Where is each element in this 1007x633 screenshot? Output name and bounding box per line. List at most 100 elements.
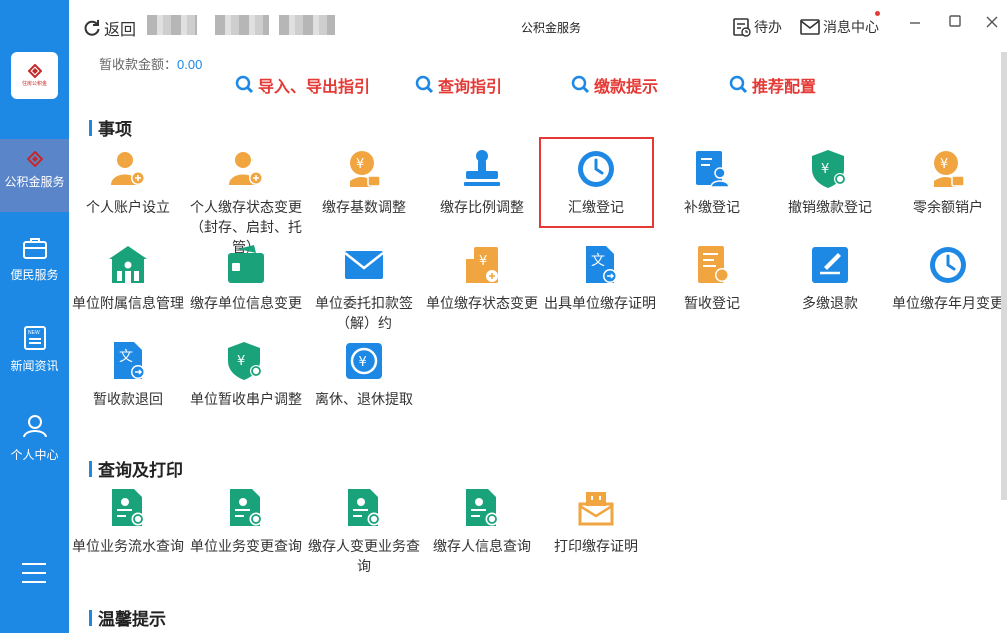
tile-depositor-change-query[interactable]: 缴存人变更业务查询 <box>305 486 423 576</box>
doc-search-icon <box>348 489 381 526</box>
tile-zero-balance-closure[interactable]: ¥ 零余额销户 <box>889 147 1007 217</box>
tile-issue-unit-certificate[interactable]: 文 出具单位缴存证明 <box>541 243 659 313</box>
notification-dot <box>875 11 880 16</box>
tile-unit-year-month-change[interactable]: 单位缴存年月变更 <box>889 243 1007 313</box>
tile-base-adjustment[interactable]: ¥ 缴存基数调整 <box>305 147 423 217</box>
tile-label: 出具单位缴存证明 <box>544 295 656 311</box>
logo-mark-icon <box>27 64 42 78</box>
redacted-text <box>279 15 335 35</box>
nav-fund-service[interactable]: 公积金服务 <box>0 139 69 212</box>
tile-remittance-registration[interactable]: 汇缴登记 <box>537 147 655 217</box>
nav-personal[interactable]: 个人中心 <box>0 412 69 463</box>
doc-search-icon <box>112 489 145 526</box>
amount-label: 暂收款金额： <box>99 57 178 72</box>
tile-personal-status-change[interactable]: 个人缴存状态变更（封存、启封、托管） <box>187 147 305 257</box>
tile-retirement-withdrawal[interactable]: ¥ 离休、退休提取 <box>305 339 423 409</box>
message-center-button[interactable]: 消息中心 <box>800 17 879 37</box>
printer-icon <box>578 492 614 526</box>
tile-temporary-account-adjustment[interactable]: ¥ 单位暂收串户调整 <box>187 339 305 409</box>
tile-entrusted-deduction[interactable]: 单位委托扣款签（解）约 <box>305 243 423 333</box>
user-add-icon <box>111 152 145 185</box>
clock-icon <box>930 247 966 283</box>
app-title: 公积金服务 <box>521 21 582 35</box>
temporary-amount: 暂收款金额：0.00 <box>99 54 202 73</box>
tile-unit-change-query[interactable]: 单位业务变更查询 <box>187 486 305 556</box>
search-icon <box>729 75 748 94</box>
tile-unit-status-change[interactable]: ¥ 单位缴存状态变更 <box>423 243 541 313</box>
briefcase-icon <box>22 238 47 259</box>
guide-label: 导入、导出指引 <box>258 79 371 96</box>
tile-label: 单位缴存年月变更 <box>892 295 1004 311</box>
guide-import-export[interactable]: 导入、导出指引 <box>235 73 370 97</box>
mail-icon <box>800 19 820 35</box>
tile-label: 离休、退休提取 <box>315 391 413 407</box>
tile-cancel-payment-registration[interactable]: ¥ 撤销缴款登记 <box>771 147 889 217</box>
tile-label: 缴存人变更业务查询 <box>308 538 420 574</box>
tile-label: 单位委托扣款签（解）约 <box>315 295 413 331</box>
tile-temporary-refund[interactable]: 文 暂收款退回 <box>69 339 187 409</box>
guide-query[interactable]: 查询指引 <box>415 73 502 97</box>
tile-label: 缴存人信息查询 <box>433 538 531 554</box>
shield-search-icon: ¥ <box>812 150 846 188</box>
yuan-cycle-icon: ¥ <box>346 343 382 379</box>
nav-news[interactable]: NEW 新闻资讯 <box>0 325 69 374</box>
tile-label: 个人账户设立 <box>86 199 170 215</box>
mail-icon <box>344 251 384 279</box>
section-title: 温馨提示 <box>98 610 166 629</box>
app-logo: 住房公积金 <box>11 52 58 99</box>
svg-text:文: 文 <box>591 253 605 269</box>
tile-personal-account-setup[interactable]: 个人账户设立 <box>69 147 187 217</box>
section-query-print: 查询及打印 <box>89 456 183 481</box>
refresh-back-icon <box>84 20 100 36</box>
back-button[interactable]: 返回 <box>83 16 136 40</box>
money-lock-icon: ¥ <box>350 151 381 187</box>
todo-button[interactable]: 待办 <box>733 17 782 37</box>
nav-convenience[interactable]: 便民服务 <box>0 236 69 283</box>
svg-text:¥: ¥ <box>940 157 948 172</box>
doc-user-icon <box>696 151 730 188</box>
tile-label: 零余额销户 <box>913 199 983 215</box>
guide-payment-tips[interactable]: 缴款提示 <box>571 73 658 97</box>
title-bar: 返回 公积金服务 待办 消息中心 <box>69 0 1007 52</box>
doc-search-icon <box>230 489 263 526</box>
tile-unit-info-change[interactable]: 缴存单位信息变更 <box>187 243 305 313</box>
guide-recommended-config[interactable]: 推荐配置 <box>729 73 816 97</box>
search-icon <box>235 75 254 94</box>
tile-unit-flow-query[interactable]: 单位业务流水查询 <box>69 486 187 556</box>
translate-doc-icon: 文 <box>586 246 617 283</box>
amount-value: 0.00 <box>177 57 203 72</box>
tile-label: 暂收款退回 <box>93 391 163 407</box>
svg-text:NEW: NEW <box>28 330 40 336</box>
close-icon[interactable] <box>984 14 1000 30</box>
sidebar: 住房公积金 公积金服务 便民服务 NEW 新闻资讯 个人中心 <box>0 0 69 633</box>
minimize-icon[interactable] <box>907 14 923 30</box>
tile-supplementary-registration[interactable]: 补缴登记 <box>653 147 771 217</box>
tile-ratio-adjustment[interactable]: 缴存比例调整 <box>423 147 541 217</box>
doc-search-icon <box>466 489 499 526</box>
tile-label: 单位业务变更查询 <box>190 538 302 554</box>
shield-search-icon: ¥ <box>228 342 262 380</box>
tile-label: 缴存比例调整 <box>440 199 524 215</box>
tile-label: 暂收登记 <box>684 295 740 311</box>
tile-label: 补缴登记 <box>684 199 740 215</box>
section-title: 查询及打印 <box>98 461 183 480</box>
scrollbar[interactable] <box>1001 52 1007 500</box>
menu-icon[interactable] <box>22 563 46 583</box>
tile-overpayment-refund[interactable]: 多缴退款 <box>771 243 889 313</box>
section-title: 事项 <box>98 120 132 139</box>
coin-icon <box>26 151 43 167</box>
translate-doc-icon: 文 <box>114 342 145 379</box>
tile-depositor-info-query[interactable]: 缴存人信息查询 <box>423 486 541 556</box>
tile-label: 单位缴存状态变更 <box>426 295 538 311</box>
maximize-icon[interactable] <box>947 14 963 30</box>
tile-label: 单位附属信息管理 <box>72 295 184 311</box>
redacted-text <box>215 15 269 35</box>
tile-temporary-registration[interactable]: 暂收登记 <box>653 243 771 313</box>
tile-label: 撤销缴款登记 <box>788 199 872 215</box>
search-icon <box>571 75 590 94</box>
guide-label: 缴款提示 <box>594 79 659 96</box>
tile-affiliated-info[interactable]: 单位附属信息管理 <box>69 243 187 313</box>
section-matters: 事项 <box>89 115 132 140</box>
redacted-text <box>147 15 197 35</box>
tile-print-certificate[interactable]: 打印缴存证明 <box>537 486 655 556</box>
